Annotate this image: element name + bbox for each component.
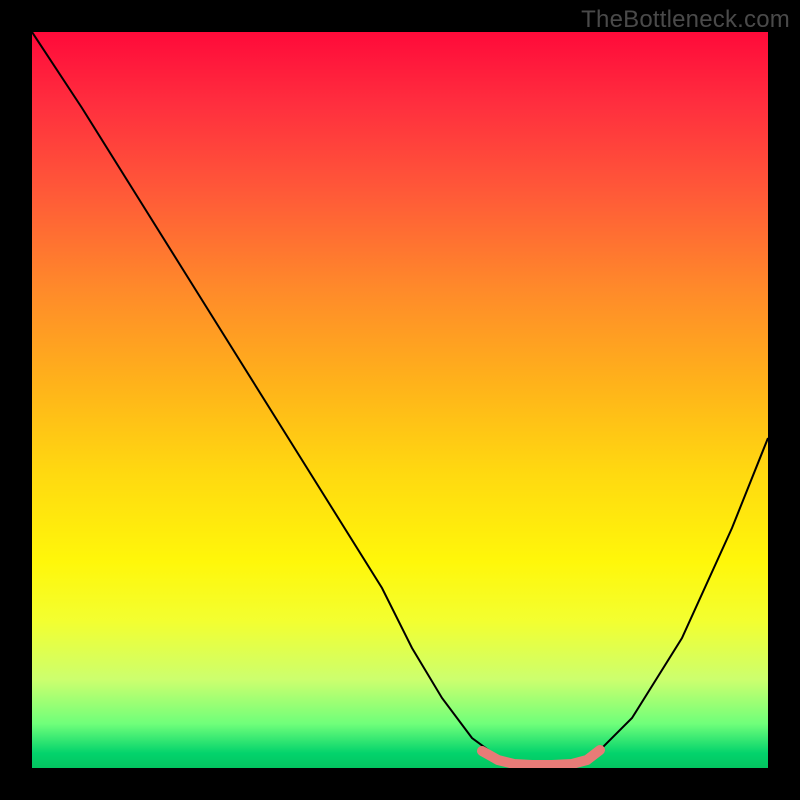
plot-area [32, 32, 768, 768]
watermark-text: TheBottleneck.com [581, 6, 790, 34]
bottleneck-curve [32, 32, 768, 765]
optimal-range-marker [482, 750, 600, 765]
chart-svg [32, 32, 768, 768]
